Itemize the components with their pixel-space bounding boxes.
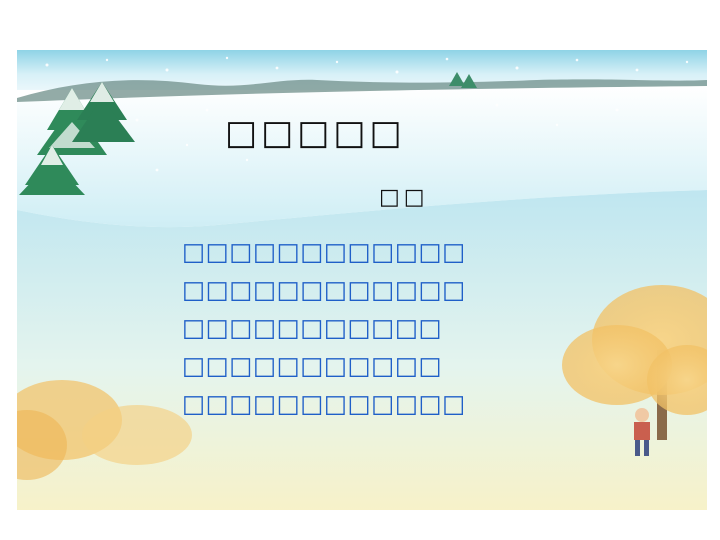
poem-line: □□□□□□□□□□□□: [182, 275, 466, 304]
poem-line: □□□□□□□□□□□: [182, 351, 443, 380]
page-title: □□□□□: [225, 113, 406, 153]
poem-body: □□□□□□□□□□□□ □□□□□□□□□□□□ □□□□□□□□□□□ □□…: [182, 237, 466, 430]
poem-line: □□□□□□□□□□□□: [182, 237, 466, 266]
slide: □□□□□ □□ □□□□□□□□□□□□ □□□□□□□□□□□□ □□□□□…: [17, 50, 707, 510]
author-name: □□: [379, 185, 429, 210]
poem-line: □□□□□□□□□□□: [182, 313, 443, 342]
poem-line: □□□□□□□□□□□□: [182, 389, 466, 418]
